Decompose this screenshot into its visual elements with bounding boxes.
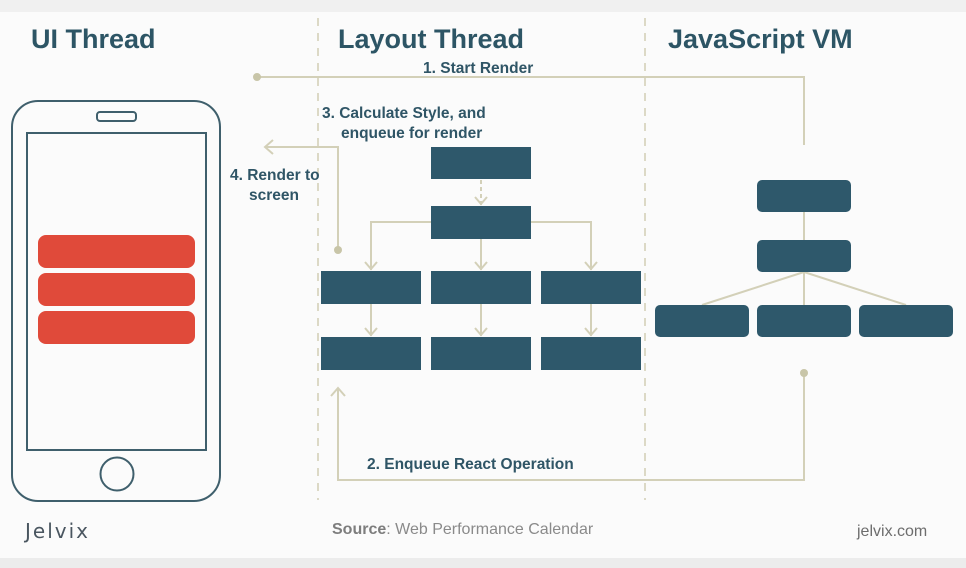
js-node-root [757, 180, 851, 212]
layout-node-root [431, 147, 531, 179]
js-node-level1 [757, 240, 851, 272]
layout-node-level3 [541, 337, 641, 370]
js-connector [803, 271, 907, 306]
step-3-label-line1: 3. Calculate Style, and [322, 105, 486, 122]
phone-speaker [96, 111, 137, 122]
layout-connector [370, 221, 431, 270]
step-1-label: 1. Start Render [423, 60, 534, 77]
layout-node-level3 [321, 337, 421, 370]
phone-ui-bar [38, 273, 195, 306]
js-node-level2 [757, 305, 851, 337]
jelvix-logo: Jelvix [25, 519, 90, 543]
layout-connector [531, 221, 592, 270]
step-3-label-line2: enqueue for render [341, 125, 483, 142]
render-to-screen-dot [334, 246, 342, 254]
step-4-label-line1: 4. Render to [230, 167, 320, 184]
layout-tree-connectors [364, 180, 598, 337]
layout-node-level3 [431, 337, 531, 370]
phone-illustration [11, 100, 221, 502]
phone-home-button [99, 456, 135, 492]
website-link[interactable]: jelvix.com [857, 523, 927, 541]
source-label: Source [332, 521, 387, 538]
layout-node-level1 [431, 206, 531, 239]
layout-node-level2 [321, 271, 421, 304]
source-value: : Web Performance Calendar [386, 521, 594, 538]
layout-node-level2 [431, 271, 531, 304]
source-credit: Source: Web Performance Calendar [332, 521, 593, 539]
heading-javascript-vm: JavaScript VM [668, 24, 853, 54]
js-node-level2 [859, 305, 953, 337]
step-2-label: 2. Enqueue React Operation [367, 456, 574, 473]
start-render-dot [253, 73, 261, 81]
bottom-band [0, 558, 966, 568]
js-connector [701, 271, 805, 306]
js-tree [655, 180, 953, 337]
phone-ui-bar [38, 311, 195, 344]
js-node-level2 [655, 305, 749, 337]
heading-layout-thread: Layout Thread [338, 24, 525, 54]
step-4-label-line2: screen [249, 187, 299, 204]
heading-ui-thread: UI Thread [31, 24, 156, 54]
arrow-down-icon [474, 196, 488, 206]
enqueue-dot [800, 369, 808, 377]
phone-ui-bar [38, 235, 195, 268]
diagram-canvas [11, 18, 953, 502]
layout-node-level2 [541, 271, 641, 304]
